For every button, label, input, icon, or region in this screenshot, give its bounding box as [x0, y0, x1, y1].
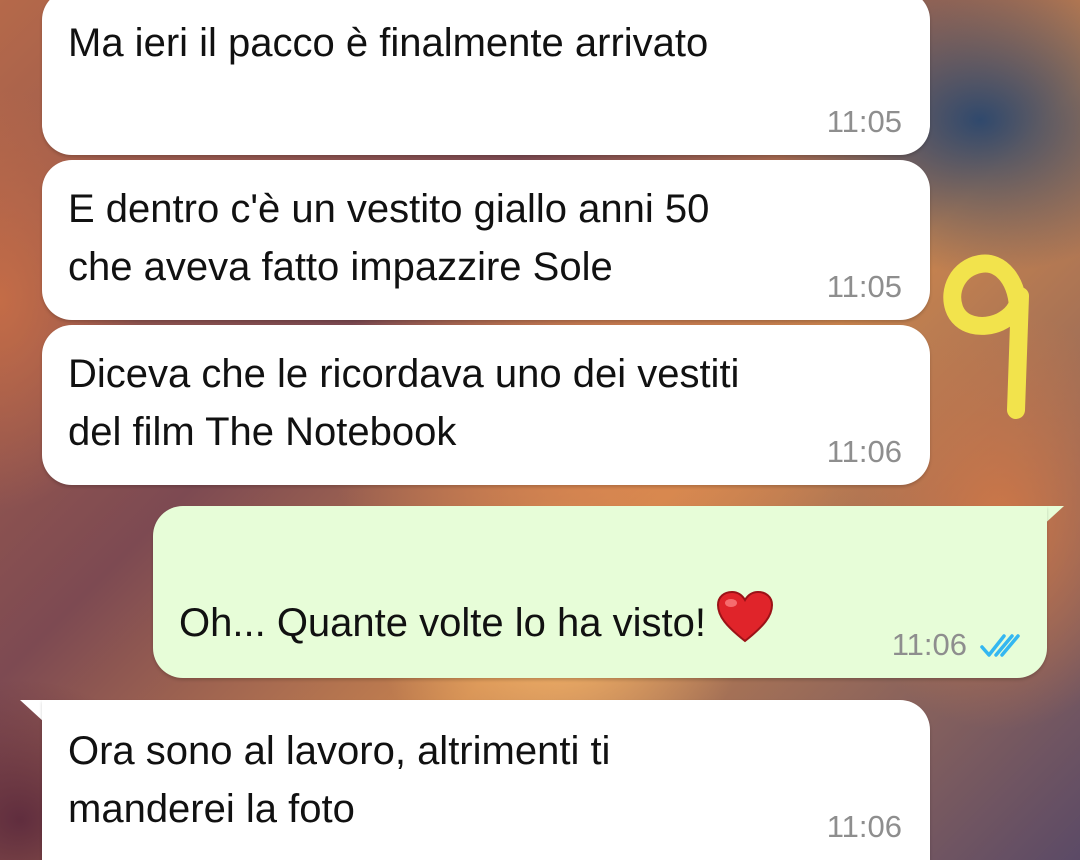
message-text: Ma ieri il pacco è finalmente arrivato: [68, 21, 709, 65]
message-timestamp: 11:06: [826, 434, 902, 469]
message-bubble-incoming[interactable]: E dentro c'è un vestito giallo anni 50 c…: [42, 160, 930, 320]
message-timestamp: 11:06: [891, 627, 967, 662]
message-bubble-incoming[interactable]: Ma ieri il pacco è finalmente arrivato 1…: [42, 0, 930, 155]
message-text: Oh... Quante volte lo ha visto!: [179, 601, 706, 645]
message-text-row: Oh... Quante volte lo ha visto!: [179, 532, 774, 652]
message-timestamp: 11:05: [826, 104, 902, 139]
message-text: Diceva che le ricordava uno dei vestiti …: [68, 352, 740, 454]
message-bubble-incoming[interactable]: Ora sono al lavoro, altrimenti ti mander…: [42, 700, 930, 860]
bubble-tail-incoming: [20, 700, 44, 722]
message-text: Ora sono al lavoro, altrimenti ti mander…: [68, 729, 611, 831]
message-timestamp: 11:06: [826, 809, 902, 844]
message-bubble-outgoing[interactable]: Oh... Quante volte lo ha visto! 11:06: [153, 506, 1047, 678]
message-timestamp: 11:05: [826, 269, 902, 304]
double-check-icon: [980, 634, 1020, 657]
message-bubble-incoming[interactable]: Diceva che le ricordava uno dei vestiti …: [42, 325, 930, 485]
handwritten-number-annotation: [943, 254, 1029, 419]
message-text: E dentro c'è un vestito giallo anni 50 c…: [68, 187, 710, 289]
red-heart-icon: [716, 590, 774, 644]
